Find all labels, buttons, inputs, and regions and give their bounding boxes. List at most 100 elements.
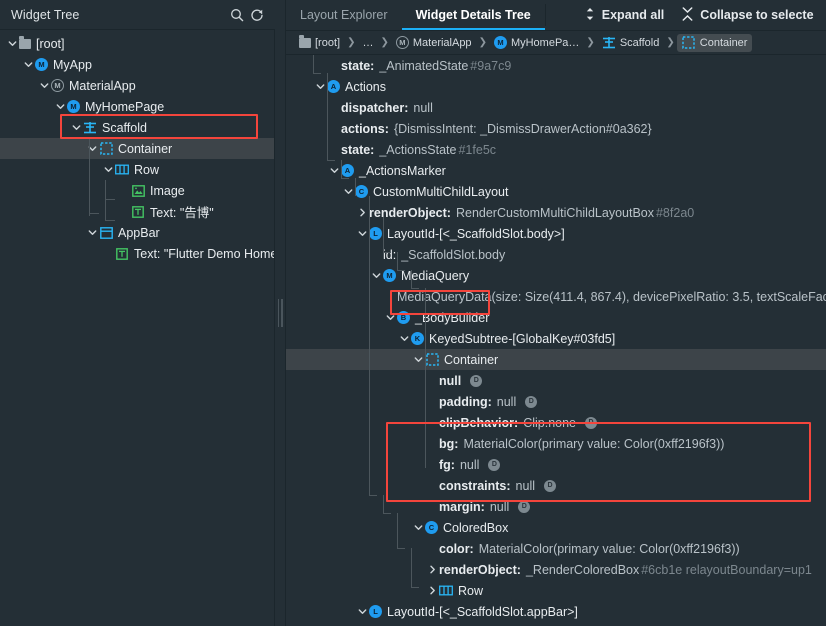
tree-row-label: margin: null D xyxy=(439,499,531,514)
tree-row[interactable]: null D xyxy=(286,370,826,391)
tab-layout-explorer[interactable]: Layout Explorer xyxy=(286,0,402,30)
chevron-down-icon[interactable] xyxy=(6,39,19,48)
tree-row[interactable]: AppBar xyxy=(0,222,274,243)
breadcrumb-item[interactable]: M MyHomePa… xyxy=(489,34,584,51)
tree-row[interactable]: C ColoredBox xyxy=(286,517,826,538)
tree-row[interactable]: M MaterialApp xyxy=(0,75,274,96)
tree-row[interactable]: Scaffold xyxy=(0,117,274,138)
tree-row-selected[interactable]: Container xyxy=(0,138,274,159)
chevron-down-icon[interactable] xyxy=(356,229,369,238)
chevron-down-icon[interactable] xyxy=(70,123,83,132)
tree-guide-line xyxy=(383,217,384,252)
tree-guide-line xyxy=(369,196,370,435)
widget-details-tree-rows[interactable]: state: _AnimatedState #9a7c9 A Actions dispat… xyxy=(286,55,826,626)
breadcrumb-item[interactable]: [root] xyxy=(294,35,345,51)
chevron-down-icon[interactable] xyxy=(328,166,341,175)
tree-row[interactable]: constraints: null D xyxy=(286,475,826,496)
tree-row[interactable]: bg: MaterialColor(primary value: Color(0x… xyxy=(286,433,826,454)
tree-row[interactable]: L LayoutId-[<_ScaffoldSlot.appBar>] xyxy=(286,601,826,622)
tree-guide-line xyxy=(313,55,314,73)
tree-row[interactable]: id: _ScaffoldSlot.body xyxy=(286,244,826,265)
breadcrumb-item[interactable]: Container xyxy=(676,33,753,52)
breadcrumb-item[interactable]: M MaterialApp xyxy=(391,34,477,51)
tree-node-value: null xyxy=(496,394,517,409)
collapse-to-selected-button[interactable]: Collapse to selecte xyxy=(673,0,822,30)
tree-guide-line xyxy=(89,213,99,214)
tree-guide-line xyxy=(327,160,335,161)
tree-node-name: LayoutId-[<_ScaffoldSlot.body>] xyxy=(387,226,565,241)
chevron-down-icon[interactable] xyxy=(314,82,327,91)
chevron-down-icon[interactable] xyxy=(102,165,115,174)
tree-row[interactable]: Text: "告博" xyxy=(0,201,274,222)
breadcrumb[interactable]: [root] ❯… ❯ M MaterialApp ❯ M MyHomePa… ❯ Scaffol… xyxy=(286,31,826,55)
tree-row[interactable]: Image xyxy=(0,180,274,201)
chevron-down-icon[interactable] xyxy=(412,355,425,364)
tree-row-label: bg: MaterialColor(primary value: Color(0x… xyxy=(439,437,724,451)
tree-row[interactable]: renderObject: RenderCustomMultiChildLayou… xyxy=(286,202,826,223)
chevron-down-icon[interactable] xyxy=(342,187,355,196)
chevron-down-icon[interactable] xyxy=(38,81,51,90)
chevron-down-icon[interactable] xyxy=(370,271,383,280)
chevron-down-icon[interactable] xyxy=(412,523,425,532)
tree-row[interactable]: fg: null D xyxy=(286,454,826,475)
tree-row[interactable]: padding: null D xyxy=(286,391,826,412)
tree-guide-line xyxy=(89,138,90,216)
tree-row[interactable]: M MyHomePage xyxy=(0,96,274,117)
tree-row-label: state: _AnimatedState #9a7c9 xyxy=(341,59,511,73)
chevron-down-icon[interactable] xyxy=(54,102,67,111)
breadcrumb-item[interactable]: Scaffold xyxy=(597,34,665,52)
tree-node-name: margin: xyxy=(439,499,485,514)
tree-row-label: id: _ScaffoldSlot.body xyxy=(383,248,505,262)
tree-row[interactable]: Row xyxy=(286,580,826,601)
breadcrumb-item[interactable]: … xyxy=(357,35,378,51)
chevron-right-icon[interactable] xyxy=(426,586,439,595)
tree-row[interactable]: K KeyedSubtree-[GlobalKey#03fd5] xyxy=(286,328,826,349)
tree-row[interactable]: M MyApp xyxy=(0,54,274,75)
tree-row[interactable]: clipBehavior: Clip.none D xyxy=(286,412,826,433)
chevron-down-icon[interactable] xyxy=(22,60,35,69)
tree-row[interactable]: Row xyxy=(0,159,274,180)
tree-row-label: AppBar xyxy=(99,226,160,240)
chevron-down-icon[interactable] xyxy=(356,607,369,616)
tree-row[interactable]: M MediaQuery xyxy=(286,265,826,286)
tree-row[interactable]: color: MaterialColor(primary value: Color… xyxy=(286,538,826,559)
search-icon[interactable] xyxy=(227,5,247,25)
chevron-down-icon[interactable] xyxy=(384,313,397,322)
tree-row[interactable]: renderObject: _RenderColoredBox #6cb1e rel… xyxy=(286,559,826,580)
expand-all-icon xyxy=(585,7,595,24)
tree-node-name: padding: xyxy=(439,394,492,409)
tree-row[interactable]: C CustomMultiChildLayout xyxy=(286,181,826,202)
tree-row-label: [root] xyxy=(19,36,65,51)
details-panel: Layout Explorer Widget Details Tree Expa… xyxy=(286,0,826,626)
tab-widget-details-tree[interactable]: Widget Details Tree xyxy=(401,0,545,30)
tree-row[interactable]: id:_ScaffoldSlot.appBar xyxy=(286,622,826,626)
refresh-icon[interactable] xyxy=(247,5,267,25)
chevron-down-icon[interactable] xyxy=(86,144,99,153)
chevron-right-icon[interactable] xyxy=(426,565,439,574)
tree-row[interactable]: margin: null D xyxy=(286,496,826,517)
tree-row[interactable]: dispatcher: null xyxy=(286,97,826,118)
expand-all-button[interactable]: Expand all xyxy=(576,0,674,30)
tree-row[interactable]: state: _AnimatedState #9a7c9 xyxy=(286,55,826,76)
tree-node-value: null xyxy=(489,499,510,514)
folder-icon xyxy=(19,36,31,49)
tree-row[interactable]: B _BodyBuilder xyxy=(286,307,826,328)
tree-row[interactable]: L LayoutId-[<_ScaffoldSlot.body>] xyxy=(286,223,826,244)
tree-row[interactable]: Text: "Flutter Demo Home … xyxy=(0,243,274,264)
tree-row[interactable]: state: _ActionsState #1fe5c xyxy=(286,139,826,160)
row-icon xyxy=(439,584,453,598)
tree-row-label: B _BodyBuilder xyxy=(397,311,489,325)
widget-tree-rows[interactable]: [root] M MyApp M MaterialApp M MyHomePage Scaff… xyxy=(0,30,275,626)
chevron-down-icon[interactable] xyxy=(86,228,99,237)
chevron-right-icon[interactable] xyxy=(356,208,369,217)
tree-row[interactable]: actions: {DismissIntent: _DismissDrawerAc… xyxy=(286,118,826,139)
tree-node-name: null xyxy=(439,373,462,388)
tree-row-selected[interactable]: Container xyxy=(286,349,826,370)
tree-row[interactable]: A _ActionsMarker xyxy=(286,160,826,181)
tree-row[interactable]: MediaQueryData(size: Size(411.4, 867.4),… xyxy=(286,286,826,307)
tree-node-name: MaterialApp xyxy=(69,78,136,93)
chevron-down-icon[interactable] xyxy=(398,334,411,343)
tree-row[interactable]: [root] xyxy=(0,33,274,54)
panel-splitter[interactable] xyxy=(275,0,286,626)
tree-row[interactable]: A Actions xyxy=(286,76,826,97)
